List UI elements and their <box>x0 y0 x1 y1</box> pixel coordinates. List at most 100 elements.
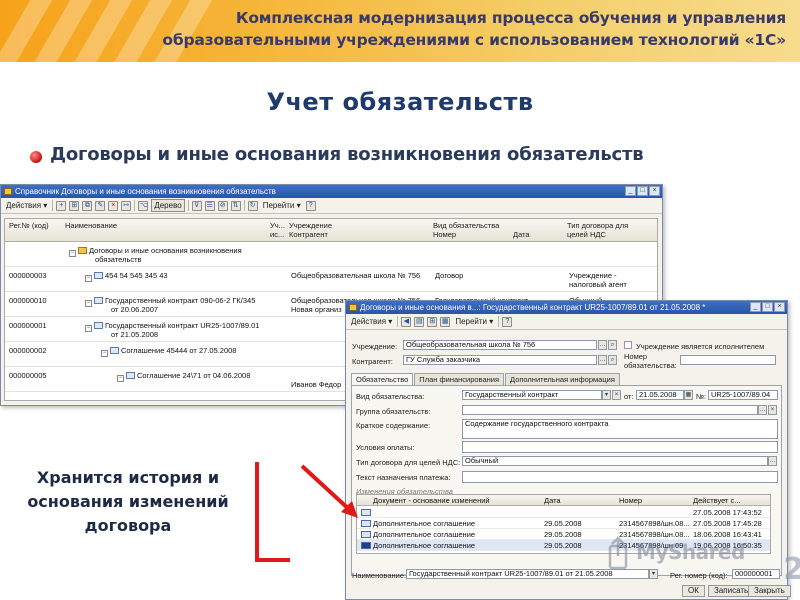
counterparty-field[interactable]: ГУ Служба заказчика <box>403 355 597 365</box>
collapse-icon[interactable]: − <box>117 375 124 382</box>
directory-window-title: Справочник Договоры и иные основания воз… <box>15 187 276 196</box>
clear-icon[interactable]: × <box>612 390 621 400</box>
col-change-number[interactable]: Номер <box>619 495 642 506</box>
reg-number-field[interactable]: 000000001 <box>732 569 780 579</box>
col-valid-from[interactable]: Действует с... <box>693 495 741 506</box>
tab-additional-info[interactable]: Дополнительная информация <box>505 373 620 385</box>
filter-list-icon[interactable]: ☰ <box>204 200 215 211</box>
search-icon[interactable]: ⌕ <box>608 355 617 365</box>
tab-obligation[interactable]: Обязательство <box>351 373 414 385</box>
col-institution[interactable]: Учреждение Контрагент <box>289 221 332 239</box>
maximize-icon[interactable]: □ <box>637 186 648 196</box>
select-icon[interactable]: … <box>598 355 607 365</box>
chevron-down-icon[interactable]: ▾ <box>602 390 611 400</box>
number-field[interactable]: UR25-1007/89.04 <box>708 390 778 400</box>
payment-purpose-label: Текст назначения платежа: <box>356 473 451 482</box>
col-vat[interactable]: Тип договора для целей НДС <box>567 221 647 239</box>
payment-purpose-field[interactable] <box>462 471 778 483</box>
table-row[interactable]: Дополнительное соглашение 29.05.2008 231… <box>357 518 770 529</box>
page-number: 2 <box>783 552 800 587</box>
select-icon[interactable]: … <box>598 340 607 350</box>
select-icon[interactable]: … <box>758 405 767 415</box>
ok-button[interactable]: ОК <box>682 585 705 597</box>
actions-menu[interactable]: Действия ▾ <box>4 200 49 211</box>
collapse-icon[interactable]: − <box>101 350 108 357</box>
move-icon[interactable]: ↦ <box>121 200 132 211</box>
bullet-icon <box>30 151 42 163</box>
tree-button[interactable]: Дерево <box>151 199 185 212</box>
payment-terms-field[interactable] <box>462 441 778 453</box>
edit-icon[interactable]: ✎ <box>95 200 106 211</box>
help-icon[interactable]: ? <box>502 316 513 327</box>
document-icon <box>361 542 371 549</box>
collapse-icon[interactable]: − <box>85 325 92 332</box>
caption-line-3: договора <box>84 516 172 535</box>
collapse-icon[interactable]: − <box>85 300 92 307</box>
table-row[interactable]: Дополнительное соглашение 29.05.2008 231… <box>357 529 770 540</box>
header-line-2: образовательными учреждениями с использо… <box>162 31 786 49</box>
structure-icon[interactable]: ⊞ <box>427 316 438 327</box>
help-icon[interactable]: ? <box>305 200 316 211</box>
col-uch[interactable]: Уч... ис... <box>270 221 285 239</box>
tab-financing-plan[interactable]: План финансирования <box>414 373 505 385</box>
tree-icon[interactable]: ⌥ <box>138 200 149 211</box>
table-row[interactable]: − Договоры и иные основания возникновения… <box>5 243 657 267</box>
refresh-icon[interactable]: ↻ <box>247 200 258 211</box>
close-icon[interactable]: × <box>774 302 785 312</box>
caption: Хранится история и основания изменений д… <box>8 466 248 538</box>
col-name[interactable]: Наименование <box>65 221 117 230</box>
payment-terms-label: Условия оплаты: <box>356 443 415 452</box>
filter-off-icon[interactable]: ⊘ <box>217 200 228 211</box>
short-content-field[interactable]: Содержание государственного контракта <box>462 419 778 439</box>
collapse-icon[interactable]: − <box>69 250 76 257</box>
col-kind[interactable]: Вид обязательства Номер <box>433 221 499 239</box>
maximize-icon[interactable]: □ <box>762 302 773 312</box>
header-line-1: Комплексная модернизация процесса обучен… <box>235 9 786 27</box>
col-reg[interactable]: Рег.№ (код) <box>9 221 49 230</box>
watermark-text: MyShared <box>636 540 745 564</box>
executor-checkbox[interactable] <box>624 341 632 349</box>
chevron-down-icon[interactable]: ▾ <box>649 569 658 579</box>
col-change-date[interactable]: Дата <box>544 495 561 506</box>
kind-field[interactable]: Государственный контракт <box>462 390 602 400</box>
document-icon <box>361 531 371 538</box>
clear-icon[interactable]: × <box>768 405 777 415</box>
table-row[interactable]: 000000003 −454 54 545 345 43 Общеобразов… <box>5 268 657 292</box>
delete-icon[interactable]: × <box>108 200 119 211</box>
add-group-icon[interactable]: ⊞ <box>69 200 80 211</box>
obligation-number-field[interactable] <box>680 355 776 365</box>
date-field[interactable]: 21.05.2008 <box>636 390 684 400</box>
col-doc[interactable]: Документ - основание изменений <box>373 495 490 506</box>
report-icon[interactable]: ▦ <box>440 316 451 327</box>
directory-window-titlebar[interactable]: Справочник Договоры и иные основания воз… <box>1 185 662 198</box>
minimize-icon[interactable]: _ <box>750 302 761 312</box>
contract-form-title: Договоры и иные основания в...: Государс… <box>360 303 706 312</box>
save-icon[interactable]: ▤ <box>414 316 425 327</box>
institution-label: Учреждение: <box>352 342 398 351</box>
col-date[interactable]: Дата <box>513 230 530 239</box>
form-actions-menu[interactable]: Действия ▾ <box>349 316 394 327</box>
calendar-icon[interactable]: ▦ <box>684 390 693 400</box>
table-row[interactable]: 27.05.2008 17:43:52 <box>357 507 770 518</box>
document-icon <box>94 272 103 279</box>
group-field[interactable] <box>462 405 758 415</box>
form-goto-menu[interactable]: Перейти ▾ <box>453 316 495 327</box>
copy-icon[interactable]: ⧉ <box>82 200 93 211</box>
close-icon[interactable]: × <box>649 186 660 196</box>
back-icon[interactable]: ◀ <box>401 316 412 327</box>
select-icon[interactable]: … <box>768 456 777 466</box>
search-icon[interactable]: ⌕ <box>608 340 617 350</box>
minimize-icon[interactable]: _ <box>625 186 636 196</box>
group-label: Группа обязательств: <box>356 407 431 416</box>
collapse-icon[interactable]: − <box>85 275 92 282</box>
kind-label: Вид обязательства: <box>356 392 425 401</box>
obligation-number-label: Номер обязательства: <box>624 352 677 370</box>
filter-icon[interactable]: ⊽ <box>191 200 202 211</box>
sort-icon[interactable]: ⇅ <box>230 200 241 211</box>
contract-form-titlebar[interactable]: Договоры и иные основания в...: Государс… <box>346 301 787 314</box>
institution-field[interactable]: Общеобразовательная школа № 756 <box>403 340 597 350</box>
add-icon[interactable]: + <box>56 200 67 211</box>
vat-type-field[interactable]: Обычный <box>462 456 768 466</box>
caption-line-1: Хранится история и <box>36 468 220 487</box>
goto-menu[interactable]: Перейти ▾ <box>261 200 303 211</box>
